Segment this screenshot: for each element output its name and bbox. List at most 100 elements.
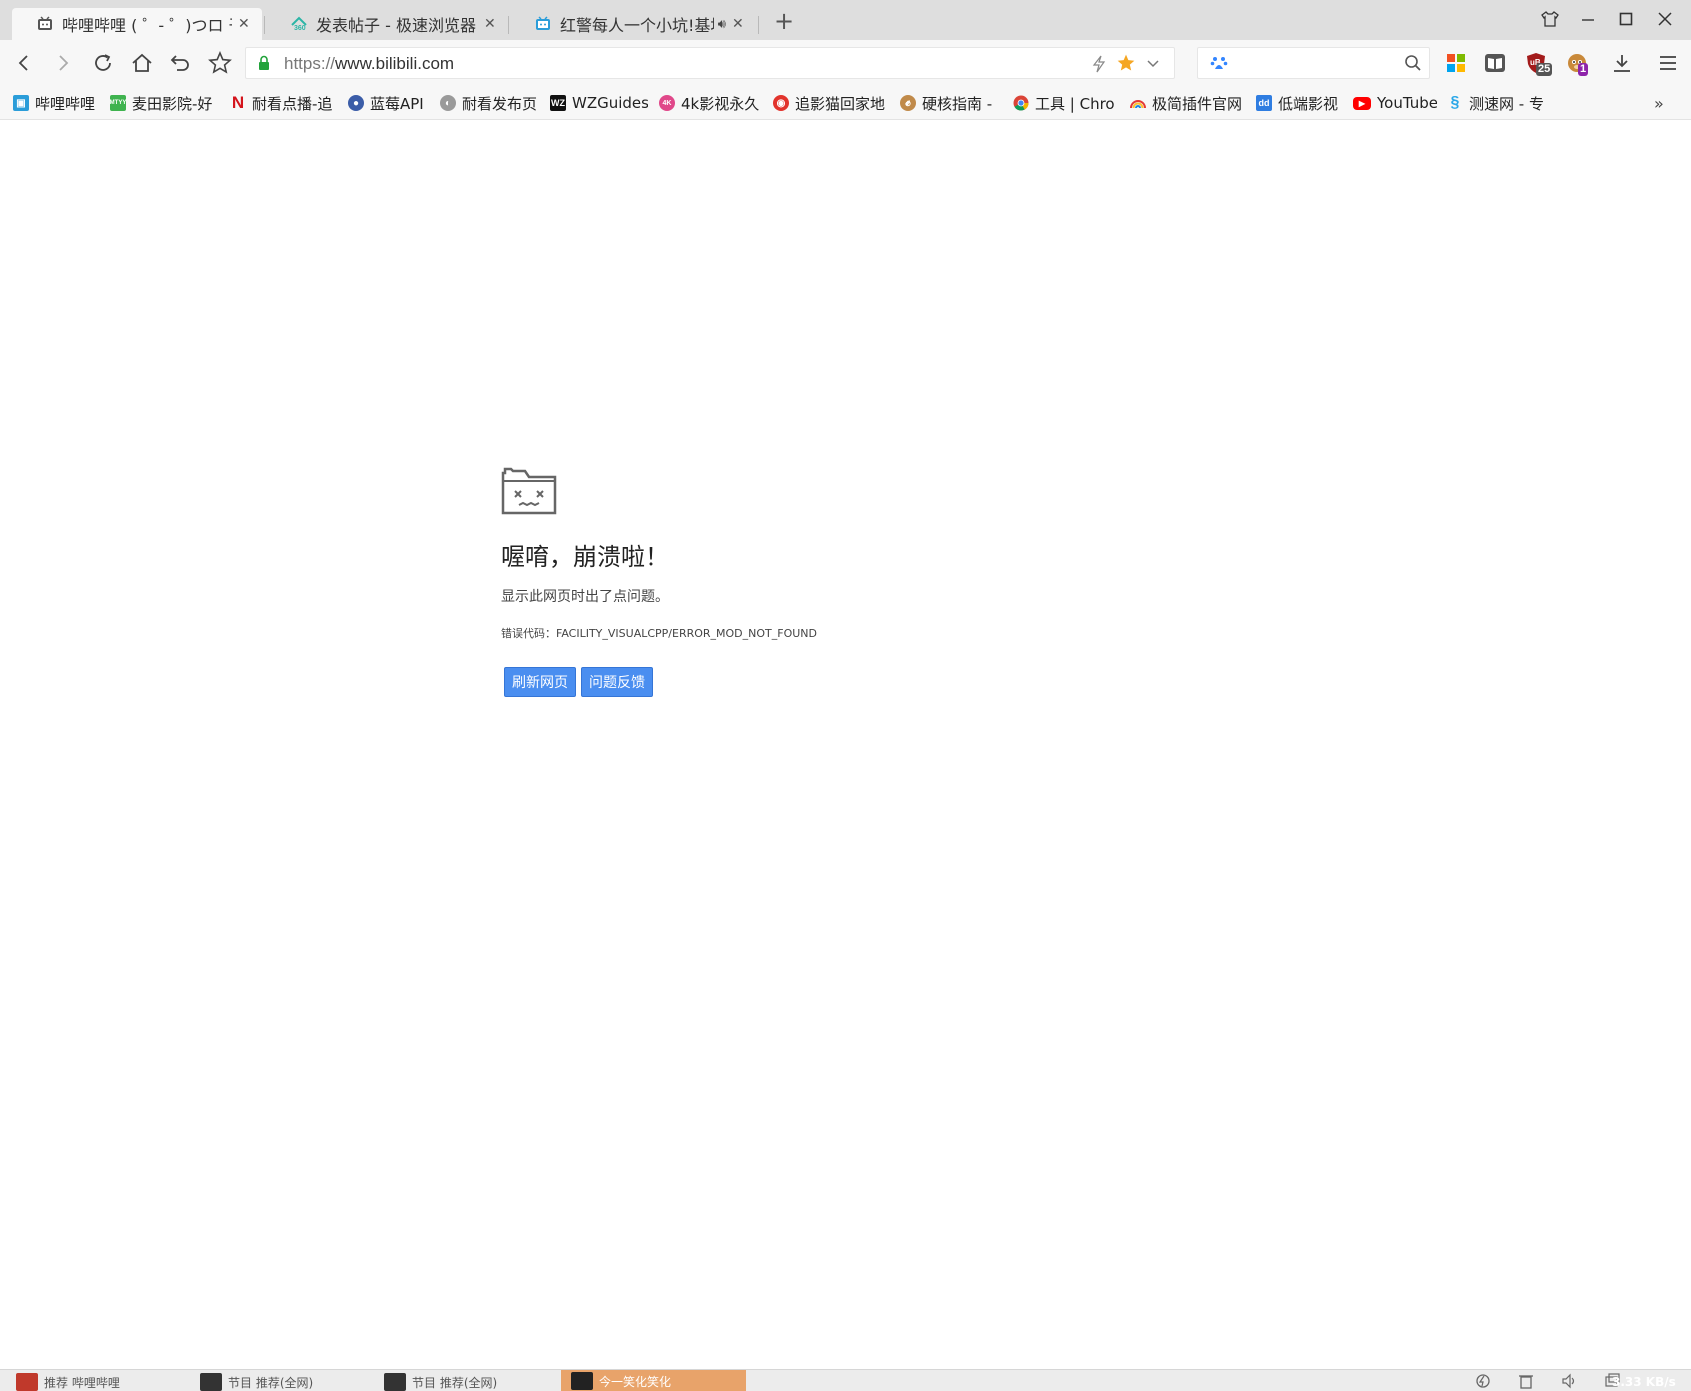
- bookmark-bilibili[interactable]: ▣ 哔哩哔哩: [13, 93, 101, 113]
- lightning-mode-icon[interactable]: [1091, 55, 1107, 77]
- error-code-label: 错误代码：: [501, 627, 556, 640]
- bookmark-speedtest[interactable]: § 测速网 - 专: [1447, 93, 1547, 113]
- bookmark-label: WZGuides: [572, 94, 648, 112]
- new-tab-button[interactable]: +: [774, 9, 794, 33]
- favorite-star-icon[interactable]: [1116, 53, 1136, 77]
- thumbnail-icon: [16, 1373, 38, 1391]
- feedback-button[interactable]: 问题反馈: [581, 667, 653, 697]
- close-tab-icon[interactable]: ✕: [484, 16, 498, 32]
- tampermonkey-icon[interactable]: 1: [1563, 49, 1591, 77]
- bilibili-icon: ▣: [13, 95, 29, 111]
- status-item-label: 节目 推荐(全网): [228, 1375, 314, 1390]
- tab-strip: 哔哩哔哩 ( ゜- ゜)つロ 干杯~ ✕ 360 发表帖子 - 极速浏览器 _3…: [0, 0, 1691, 40]
- bookmark-naikan-fabu[interactable]: ◐ 耐看发布页: [440, 93, 538, 113]
- tab-title: 哔哩哔哩 ( ゜- ゜)つロ 干杯~: [62, 16, 232, 35]
- thumbnail-icon: [571, 1372, 593, 1390]
- tab-title: 红警每人一个小坑!基地出: [560, 16, 714, 35]
- bookmark-label: 哔哩哔哩: [35, 94, 96, 113]
- search-icon[interactable]: [1404, 54, 1422, 76]
- dd-icon: dd: [1256, 95, 1272, 111]
- address-bar[interactable]: https://www.bilibili.com: [245, 47, 1175, 79]
- bookmark-chrome-tools[interactable]: 工具 | Chro: [1013, 93, 1115, 113]
- bookmark-label: 麦田影院-好: [132, 94, 213, 113]
- maximize-button[interactable]: [1613, 8, 1639, 30]
- tab-divider: [264, 16, 265, 34]
- tampermonkey-count-badge: 1: [1578, 63, 1589, 76]
- status-tab-item[interactable]: 推荐 哔哩哔哩: [16, 1372, 186, 1391]
- bookmark-label: 硬核指南 -: [922, 94, 993, 113]
- reader-book-icon[interactable]: [1481, 49, 1509, 77]
- reload-button[interactable]: [89, 49, 117, 77]
- navigation-toolbar: https://www.bilibili.com uB 25 1: [0, 40, 1691, 86]
- tab-bilibili-home[interactable]: 哔哩哔哩 ( ゜- ゜)つロ 干杯~ ✕: [12, 8, 262, 40]
- reload-page-button[interactable]: 刷新网页: [504, 667, 576, 697]
- ublock-shield-icon[interactable]: uB 25: [1522, 49, 1553, 77]
- status-item-label: 今一笑化笑化: [599, 1374, 672, 1389]
- status-tab-item[interactable]: 节目 推荐(全网): [200, 1372, 370, 1391]
- speedtest-icon: §: [1450, 94, 1460, 111]
- chrome-icon: [1013, 95, 1029, 111]
- bookmark-yinghe-zhinan[interactable]: ✊︎ 硬核指南 -: [900, 93, 1000, 113]
- bookmark-mtyy[interactable]: MTYY 麦田影院-好: [110, 93, 216, 113]
- bookmark-star-button[interactable]: [206, 49, 234, 77]
- tab-divider: [508, 16, 509, 34]
- error-description: 显示此网页时出了点问题。: [501, 589, 669, 605]
- bookmark-zhuiyingmao[interactable]: ◉ 追影猫回家地: [773, 93, 885, 113]
- bookmark-label: 4k影视永久: [681, 94, 759, 113]
- thumbnail-icon: [384, 1373, 406, 1391]
- bookmark-naikan-dianbo[interactable]: N 耐看点播-追: [230, 93, 334, 113]
- speaker-icon[interactable]: 🔊︎: [718, 17, 726, 32]
- close-tab-icon[interactable]: ✕: [238, 16, 252, 32]
- error-title: 喔唷，崩溃啦！: [501, 543, 669, 571]
- url-text: https://www.bilibili.com: [284, 54, 455, 73]
- tab-divider: [758, 16, 759, 34]
- tab-360-forum[interactable]: 360 发表帖子 - 极速浏览器 _36 ✕: [266, 8, 508, 40]
- error-code: FACILITY_VISUALCPP/ERROR_MOD_NOT_FOUND: [556, 627, 817, 640]
- bookmark-lanmei-api[interactable]: ● 蓝莓API: [348, 93, 428, 113]
- speaker-icon[interactable]: [1560, 1373, 1578, 1389]
- status-tab-item[interactable]: 节目 推荐(全网): [384, 1372, 554, 1391]
- bookmark-label: 追影猫回家地: [795, 94, 885, 113]
- minimize-button[interactable]: [1575, 8, 1601, 30]
- back-button[interactable]: [10, 49, 38, 77]
- bookmark-label: YouTube: [1377, 94, 1437, 112]
- bookmark-wzguides[interactable]: WZ WZGuides: [550, 93, 648, 113]
- close-tab-icon[interactable]: ✕: [732, 16, 746, 32]
- menu-hamburger-icon[interactable]: [1654, 49, 1682, 77]
- status-bar: 推荐 哔哩哔哩 节目 推荐(全网) 节目 推荐(全网) 今一笑化笑化 3.33 …: [0, 1369, 1691, 1391]
- undo-close-button[interactable]: [167, 49, 195, 77]
- bookmark-4k-yingshi[interactable]: 4K 4k影视永久: [659, 93, 759, 113]
- status-item-label: 节目 推荐(全网): [412, 1375, 498, 1390]
- bookmark-label: 耐看点播-追: [252, 94, 333, 113]
- rainbow-icon: [1130, 95, 1146, 111]
- error-code-line: 错误代码：FACILITY_VISUALCPP/ERROR_MOD_NOT_FO…: [501, 625, 817, 641]
- status-tab-item-active[interactable]: 今一笑化笑化: [561, 1370, 746, 1391]
- bookmark-jijian-chajian[interactable]: 极简插件官网: [1130, 93, 1242, 113]
- skin-shirt-icon[interactable]: [1537, 8, 1563, 30]
- chevron-down-icon[interactable]: [1146, 56, 1160, 75]
- bookmark-youtube[interactable]: ▶ YouTube: [1353, 93, 1437, 113]
- forward-button[interactable]: [49, 49, 77, 77]
- more-bookmarks-chevron-icon[interactable]: »: [1654, 93, 1674, 113]
- bilibili-tv-icon: [534, 15, 552, 33]
- tab-red-alert-video[interactable]: 红警每人一个小坑!基地出 🔊︎ ✕: [510, 8, 756, 40]
- bookmark-label: 蓝莓API: [370, 94, 424, 113]
- close-window-button[interactable]: [1652, 8, 1678, 30]
- apps-grid-icon[interactable]: [1442, 49, 1470, 77]
- netflix-n-icon: N: [231, 93, 245, 112]
- home-button[interactable]: [128, 49, 156, 77]
- network-speed: 3.33 KB/s: [1612, 1375, 1676, 1389]
- ublock-count-badge: 25: [1536, 63, 1553, 76]
- trash-icon[interactable]: [1517, 1373, 1535, 1389]
- bilibili-tv-icon: [36, 15, 54, 33]
- globe-icon: ◐: [440, 95, 456, 111]
- download-icon[interactable]: [1608, 49, 1636, 77]
- youtube-icon: ▶: [1353, 96, 1371, 110]
- blueberry-icon: ●: [348, 95, 364, 111]
- bookmark-diduan-yingshi[interactable]: dd 低端影视: [1256, 93, 1344, 113]
- wz-icon: WZ: [550, 95, 566, 111]
- accelerate-icon[interactable]: [1474, 1373, 1492, 1389]
- status-item-label: 推荐 哔哩哔哩: [44, 1375, 120, 1390]
- search-input[interactable]: [1197, 47, 1430, 79]
- bookmark-label: 测速网 - 专: [1469, 94, 1544, 113]
